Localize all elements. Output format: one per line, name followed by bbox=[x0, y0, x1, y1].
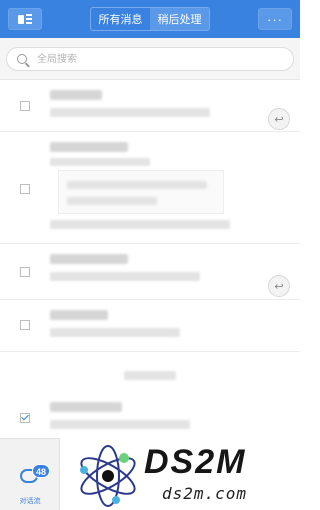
message-preview bbox=[50, 220, 230, 229]
sender-name bbox=[50, 90, 102, 100]
message-preview bbox=[50, 272, 200, 281]
item-checkbox[interactable] bbox=[20, 184, 30, 194]
sender-name bbox=[50, 142, 128, 152]
contacts-icon[interactable] bbox=[8, 8, 42, 30]
sender-name bbox=[50, 310, 108, 320]
item-checkbox[interactable] bbox=[20, 101, 30, 111]
date-divider bbox=[0, 364, 300, 386]
sender-name bbox=[50, 254, 128, 264]
atom-logo-icon bbox=[80, 445, 136, 507]
message-filter-tabs: 所有消息 稍后处理 bbox=[90, 7, 210, 31]
unread-badge: 48 bbox=[32, 464, 50, 478]
list-item[interactable] bbox=[0, 132, 300, 244]
watermark-logo: DS2M ds2m.com bbox=[72, 440, 300, 510]
tab-later[interactable]: 稍后处理 bbox=[150, 8, 209, 30]
list-item[interactable]: ↩ bbox=[0, 244, 300, 300]
reply-icon[interactable]: ↩ bbox=[268, 275, 290, 297]
more-button[interactable]: ··· bbox=[258, 8, 292, 30]
tab-conversation-stream[interactable]: 48 对话流 bbox=[0, 438, 60, 510]
tab-label: 对话流 bbox=[19, 498, 41, 505]
message-preview bbox=[50, 420, 190, 429]
search-bar bbox=[0, 38, 300, 80]
watermark-title: DS2M bbox=[144, 443, 247, 481]
reply-icon[interactable]: ↩ bbox=[268, 108, 290, 130]
message-time bbox=[50, 158, 150, 166]
search-box[interactable] bbox=[6, 47, 294, 71]
top-bar: 所有消息 稍后处理 ··· bbox=[0, 0, 300, 38]
list-item[interactable] bbox=[0, 394, 300, 442]
tab-all-messages[interactable]: 所有消息 bbox=[91, 8, 150, 30]
watermark-subtitle: ds2m.com bbox=[162, 484, 248, 503]
item-checkbox[interactable] bbox=[20, 320, 30, 330]
message-preview bbox=[50, 328, 180, 337]
message-preview bbox=[50, 108, 210, 117]
list-item[interactable] bbox=[0, 300, 300, 352]
search-icon bbox=[17, 54, 27, 64]
sender-name bbox=[50, 402, 122, 412]
item-checkbox[interactable] bbox=[20, 267, 30, 277]
search-input[interactable] bbox=[35, 52, 279, 66]
quoted-message bbox=[58, 170, 224, 214]
item-checkbox-checked[interactable] bbox=[20, 413, 30, 423]
list-item[interactable]: ↩ bbox=[0, 80, 300, 132]
